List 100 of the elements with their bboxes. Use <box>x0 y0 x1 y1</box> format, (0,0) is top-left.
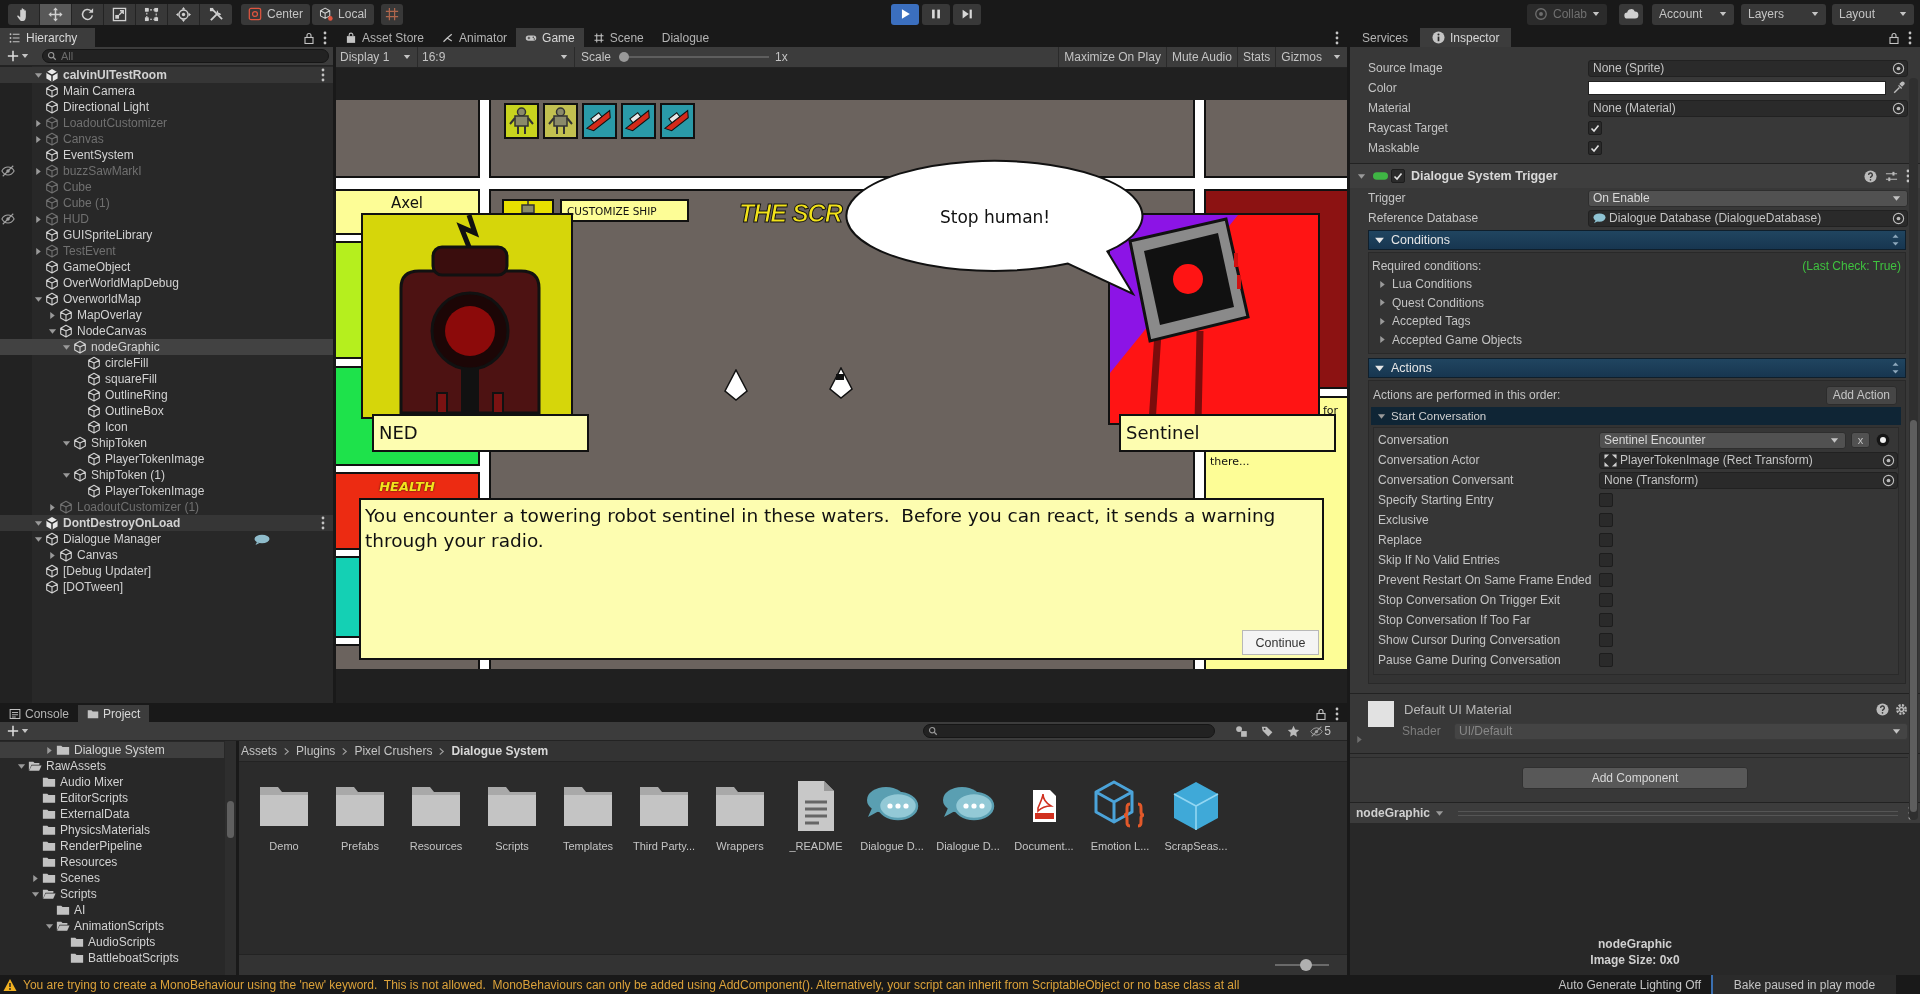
asset-item[interactable]: Document... <box>1006 778 1082 852</box>
step-button[interactable] <box>953 3 981 25</box>
foldout-item[interactable]: Quest Conditions <box>1372 293 1901 312</box>
folder-tree-item[interactable]: Audio Mixer <box>0 774 224 790</box>
add-action-button[interactable]: Add Action <box>1825 385 1897 405</box>
breadcrumb-link[interactable]: Pixel Crushers <box>354 744 433 758</box>
caret-down-icon[interactable] <box>47 326 57 336</box>
toggle-button[interactable]: Stats <box>1236 47 1276 67</box>
asset-item[interactable]: Emotion L... <box>1082 778 1158 852</box>
foldout-header[interactable]: Actions <box>1368 358 1906 378</box>
foldout-item[interactable]: Lua Conditions <box>1372 275 1901 294</box>
more-icon[interactable] <box>323 30 327 45</box>
scene-header[interactable]: calvinUITestRoom <box>0 67 333 83</box>
caret-right-icon[interactable] <box>33 214 43 224</box>
panel-tab[interactable]: Inspector <box>1420 28 1512 47</box>
hierarchy-item[interactable]: circleFill <box>0 355 333 371</box>
caret-right-icon[interactable] <box>47 550 57 560</box>
toggle-button[interactable]: Maximize On Play <box>1058 47 1166 67</box>
checkbox[interactable] <box>1599 513 1613 527</box>
object-field[interactable]: None (Transform) <box>1599 471 1898 489</box>
robot-thumbnail-icon[interactable] <box>504 103 539 139</box>
lock-icon[interactable] <box>303 31 315 44</box>
folder-tree-item[interactable]: Scripts <box>0 886 224 902</box>
asset-item[interactable]: ScrapSeas... <box>1158 778 1234 852</box>
search-field[interactable] <box>923 724 1216 738</box>
checkbox[interactable] <box>1588 121 1602 135</box>
target-icon[interactable] <box>1882 453 1895 467</box>
toggle-button[interactable]: Mute Audio <box>1165 47 1237 67</box>
dot-picker-icon[interactable] <box>1876 433 1890 447</box>
hierarchy-item[interactable]: Dialogue Manager <box>0 531 333 547</box>
hierarchy-item[interactable]: PlayerTokenImage <box>0 483 333 499</box>
folder-tree-item[interactable]: RenderPipeline <box>0 838 224 854</box>
caret-down-icon[interactable] <box>61 438 71 448</box>
hierarchy-item[interactable]: EventSystem <box>0 147 333 163</box>
checkbox[interactable] <box>1599 553 1613 567</box>
checkbox[interactable] <box>1599 593 1613 607</box>
target-icon[interactable] <box>1892 61 1905 75</box>
caret-down-icon[interactable] <box>44 921 54 931</box>
caret-right-icon[interactable] <box>47 502 57 512</box>
lock-icon[interactable] <box>1315 707 1327 720</box>
caret-down-icon[interactable] <box>33 70 43 80</box>
caret-down-icon[interactable] <box>33 518 43 528</box>
hierarchy-item[interactable]: OutlineRing <box>0 387 333 403</box>
pivot-button[interactable]: Center <box>241 3 311 25</box>
caret-down-icon[interactable] <box>61 342 71 352</box>
checkbox[interactable] <box>1599 493 1613 507</box>
boat-thumbnail-icon[interactable] <box>621 103 656 139</box>
hierarchy-item[interactable]: [DOTween] <box>0 579 333 595</box>
hierarchy-item[interactable]: GameObject <box>0 259 333 275</box>
object-field[interactable]: PlayerTokenImage (Rect Transform) <box>1599 451 1898 469</box>
slider-thumb[interactable] <box>1300 959 1313 971</box>
asset-item[interactable]: Wrappers <box>702 778 778 852</box>
panel-tab[interactable]: Hierarchy <box>0 28 95 47</box>
panel-tab[interactable]: Project <box>78 705 150 722</box>
hierarchy-item[interactable]: OverworldMap <box>0 291 333 307</box>
aspect-dropdown[interactable]: 16:9 <box>418 47 575 67</box>
hierarchy-item[interactable]: Canvas <box>0 547 333 563</box>
more-icon[interactable] <box>321 516 325 530</box>
rotate-tool-button[interactable] <box>72 3 104 25</box>
checkbox[interactable] <box>1599 653 1613 667</box>
preview-dropdown[interactable]: nodeGraphic <box>1350 803 1450 823</box>
folder-tree-item[interactable]: Scenes <box>0 870 224 886</box>
play-button[interactable] <box>891 3 919 25</box>
scrollbar[interactable] <box>225 741 236 975</box>
panel-tab[interactable]: Services <box>1350 28 1420 47</box>
checkbox[interactable] <box>1599 573 1613 587</box>
checkbox[interactable] <box>1599 633 1613 647</box>
checkbox[interactable] <box>1599 613 1613 627</box>
lock-icon[interactable] <box>1888 31 1900 44</box>
panel-tab[interactable]: Console <box>0 705 79 722</box>
checkbox[interactable] <box>1588 141 1602 155</box>
target-icon[interactable] <box>1892 101 1905 115</box>
breadcrumb-link[interactable]: Dialogue System <box>451 744 549 758</box>
hierarchy-item[interactable]: nodeGraphic <box>0 339 333 355</box>
object-field[interactable]: None (Material) <box>1588 99 1908 117</box>
hierarchy-item[interactable]: Directional Light <box>0 99 333 115</box>
customize-button[interactable]: CUSTOMIZE SHIP <box>560 199 689 222</box>
clear-button[interactable]: x <box>1851 432 1870 448</box>
asset-item[interactable]: Third Party... <box>626 778 702 852</box>
folder-tree-item[interactable]: EditorScripts <box>0 790 224 806</box>
dropdown[interactable]: On Enable <box>1588 189 1908 207</box>
custom-tool-button[interactable] <box>200 3 232 25</box>
caret-right-icon[interactable] <box>33 166 43 176</box>
folder-tree-item[interactable]: AI <box>0 902 224 918</box>
more-icon[interactable] <box>1335 30 1339 45</box>
grid-snap-button[interactable] <box>380 3 403 25</box>
caret-down-icon[interactable] <box>61 470 71 480</box>
caret-right-icon[interactable] <box>44 745 54 755</box>
caret-right-icon[interactable] <box>33 118 43 128</box>
caret-down-icon[interactable] <box>33 534 43 544</box>
caret-down-icon[interactable] <box>1333 53 1341 61</box>
layout-dropdown[interactable]: Layout <box>1832 3 1914 25</box>
caret-down-icon[interactable] <box>16 761 26 771</box>
move-tool-button[interactable] <box>40 3 72 25</box>
hidden-packages-button[interactable]: 5 <box>1306 722 1333 740</box>
checkbox[interactable] <box>1599 533 1613 547</box>
more-icon[interactable] <box>1908 30 1912 45</box>
foldout-item[interactable]: Accepted Tags <box>1372 312 1901 331</box>
asset-item[interactable]: Resources <box>398 778 474 852</box>
asset-item[interactable]: Templates <box>550 778 626 852</box>
